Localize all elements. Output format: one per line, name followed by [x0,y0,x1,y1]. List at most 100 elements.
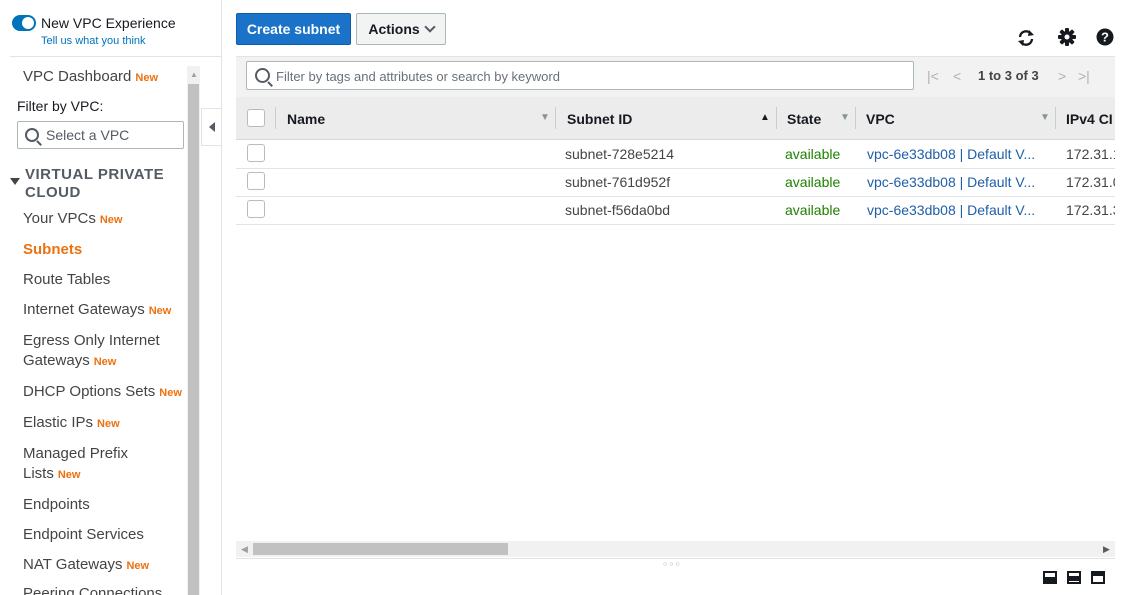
column-header-state[interactable]: State [787,111,821,127]
actions-label: Actions [368,21,420,37]
experience-toggle[interactable] [12,15,36,31]
column-header-vpc[interactable]: VPC [866,111,895,127]
filter-by-vpc-label: Filter by VPC: [17,98,104,114]
actions-dropdown-button[interactable]: Actions [356,13,446,45]
row-checkbox[interactable] [247,172,265,190]
row-checkbox[interactable] [247,144,265,162]
state-cell: available [785,146,841,162]
experience-toggle-label: New VPC Experience [41,15,176,31]
gear-icon[interactable] [1057,27,1077,47]
layout-bottom-pane-icon[interactable] [1043,571,1057,584]
vpc-link[interactable]: vpc-6e33db08 | Default V... [867,146,1035,162]
column-divider[interactable] [855,107,856,129]
sidebar-item-label: DHCP Options Sets [23,383,156,400]
new-badge: New [57,469,81,481]
sidebar-item-nat-gateways[interactable]: NAT Gateways New [23,555,149,576]
layout-full-pane-icon[interactable] [1091,571,1105,584]
previous-page-icon[interactable]: < [953,68,961,84]
state-cell: available [785,202,841,218]
sidebar-scrollbar-thumb[interactable] [188,84,199,595]
chevron-down-icon [424,21,436,33]
vpc-select-input[interactable]: Select a VPC [17,121,184,149]
row-checkbox[interactable] [247,200,265,218]
sidebar-item-peering-connections[interactable]: Peering Connections [23,584,162,595]
sort-icon[interactable]: ▼ [840,112,850,123]
scroll-right-arrow-icon[interactable]: ▶ [1103,544,1110,555]
sidebar-item-label: Route Tables [23,271,111,288]
first-page-icon[interactable]: |< [927,68,939,84]
select-all-checkbox[interactable] [247,109,265,127]
ipv4-cidr-cell: 172.31.1 [1066,146,1115,162]
next-page-icon[interactable]: > [1058,68,1066,84]
divider [236,558,1115,559]
state-cell: available [785,174,841,190]
last-page-icon[interactable]: >| [1078,68,1090,84]
collapse-sidebar-button[interactable] [201,108,221,146]
scroll-up-arrow-icon[interactable]: ▲ [190,70,198,79]
sidebar-item-label: Managed Prefix [23,445,129,462]
resize-handle-icon[interactable]: ○○○ [663,561,682,568]
horizontal-scrollbar-thumb[interactable] [253,543,508,555]
column-header-subnet-id[interactable]: Subnet ID [567,111,632,127]
sidebar-item-label: Your VPCs [23,210,96,227]
scroll-left-arrow-icon[interactable]: ◀ [241,544,248,555]
filter-search-input[interactable]: Filter by tags and attributes or search … [246,61,914,90]
sidebar-item-your-vpcs[interactable]: Your VPCs New [23,209,122,230]
help-icon[interactable]: ? [1096,28,1116,48]
vpc-link[interactable]: vpc-6e33db08 | Default V... [867,174,1035,190]
sidebar-item-dhcp-options-sets[interactable]: DHCP Options Sets New [23,382,182,403]
vpc-link[interactable]: vpc-6e33db08 | Default V... [867,202,1035,218]
divider [10,56,221,57]
sidebar-item-vpc-dashboard[interactable]: VPC Dashboard New [23,67,158,88]
sidebar-item-egress-only-internet-gateways[interactable]: Egress Only Internet Gateways New [23,331,160,372]
svg-text:?: ? [1101,30,1109,45]
subnet-id-cell: subnet-728e5214 [565,146,674,162]
sidebar-item-route-tables[interactable]: Route Tables [23,270,110,290]
sidebar-item-label: Elastic IPs [23,414,94,431]
sidebar-item-elastic-ips[interactable]: Elastic IPs New [23,413,120,434]
column-divider[interactable] [1055,107,1056,129]
ipv4-cidr-cell: 172.31.0 [1066,174,1115,190]
sort-icon[interactable]: ▼ [540,112,550,123]
new-badge: New [148,305,172,317]
sidebar-item-label: Peering Connections [23,585,163,595]
filter-placeholder: Filter by tags and attributes or search … [276,69,560,84]
sidebar-item-label: Endpoint Services [23,526,144,543]
sidebar-item-label: Lists [23,465,54,482]
new-badge: New [159,387,182,399]
sort-icon[interactable]: ▼ [1040,112,1050,123]
sidebar-item-endpoints[interactable]: Endpoints [23,495,90,515]
sidebar-item-managed-prefix-lists[interactable]: Managed Prefix Lists New [23,444,128,485]
search-icon [255,68,270,83]
column-header-ipv4-cidr[interactable]: IPv4 CI [1066,111,1113,127]
column-header-name[interactable]: Name [287,111,325,127]
new-badge: New [93,356,117,368]
new-badge: New [99,214,123,226]
sidebar-item-label: NAT Gateways [23,556,123,573]
sidebar-item-internet-gateways[interactable]: Internet Gateways New [23,300,171,321]
sidebar-item-label: Egress Only Internet [23,332,160,349]
subnet-id-cell: subnet-f56da0bd [565,202,671,218]
refresh-icon[interactable] [1016,28,1036,48]
sidebar-item-endpoint-services[interactable]: Endpoint Services [23,525,144,545]
column-divider [275,107,276,129]
sidebar-item-label: Internet Gateways [23,301,145,318]
table-header [236,97,1115,140]
section-heading[interactable]: VIRTUAL PRIVATE CLOUD [25,166,185,202]
sidebar-item-label: VPC Dashboard [23,68,132,85]
new-badge: New [126,560,150,572]
column-divider[interactable] [776,107,777,129]
sidebar-item-subnets[interactable]: Subnets [23,240,82,260]
sidebar-item-label: Subnets [23,241,83,258]
vpc-select-placeholder: Select a VPC [46,127,130,143]
caret-down-icon[interactable] [10,178,20,185]
ipv4-cidr-cell: 172.31.3 [1066,202,1115,218]
subnet-id-cell: subnet-761d952f [565,174,671,190]
layout-split-pane-icon[interactable] [1067,571,1081,584]
sort-ascending-icon[interactable]: ▲ [760,112,770,123]
new-badge: New [97,418,120,430]
feedback-link[interactable]: Tell us what you think [41,35,146,47]
column-divider[interactable] [555,107,556,129]
create-subnet-button[interactable]: Create subnet [236,13,351,45]
search-icon [25,128,39,142]
